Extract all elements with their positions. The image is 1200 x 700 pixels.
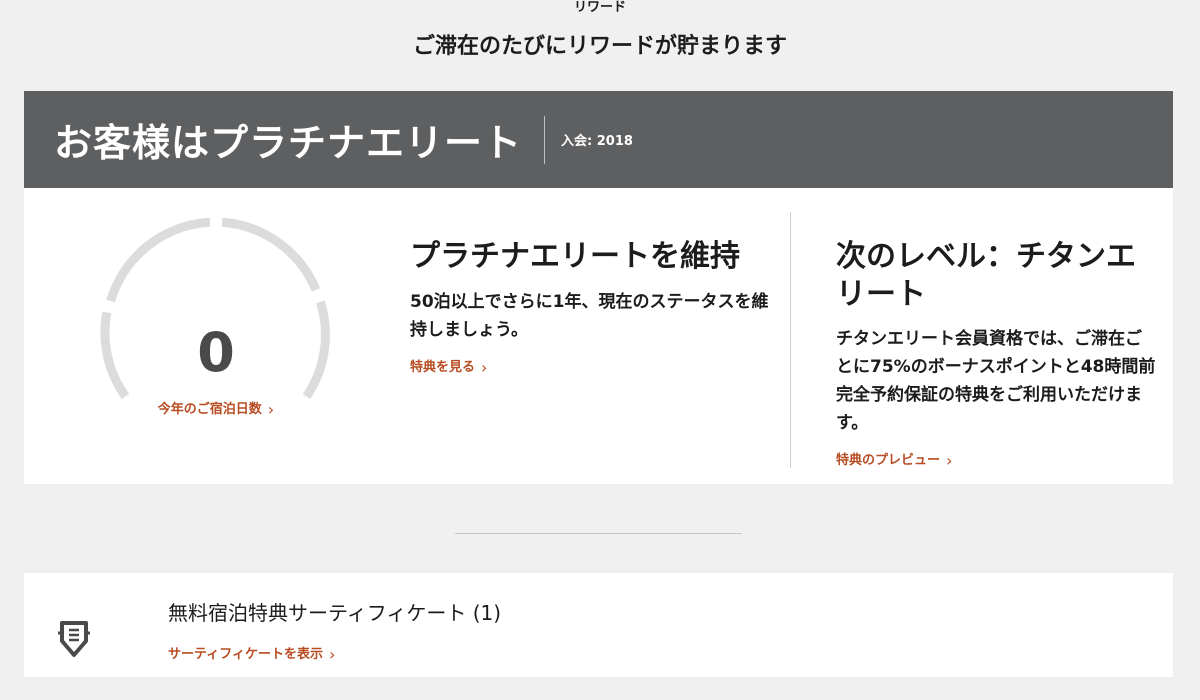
tier-divider (544, 115, 546, 164)
certificate-panel: 無料宿泊特典サーティフィケート (1) サーティフィケートを表示 › (24, 573, 1173, 677)
next-level-heading: 次のレベル：チタンエリート (836, 239, 1136, 312)
section-eyebrow: リワード (573, 0, 626, 15)
maintain-body: 50泊以上でさらに1年、現在のステータスを維持しましょう。 (410, 291, 769, 340)
nights-stayed-label: 今年のご宿泊日数 (157, 402, 262, 417)
view-certificate-link[interactable]: サーティフィケートを表示 › (168, 643, 335, 664)
chevron-right-icon: › (267, 400, 275, 419)
maintain-status-section: プラチナエリートを維持 50泊以上でさらに1年、現在のステータスを維持しましょう… (410, 238, 780, 377)
nights-gauge: 0 今年のご宿泊日数 › (96, 218, 336, 419)
preview-benefits-link[interactable]: 特典のプレビュー › (836, 449, 952, 470)
member-since: 入会: 2018 (561, 134, 633, 149)
section-title: ご滞在のたびにリワードが貯まります (412, 34, 787, 59)
chevron-right-icon: › (946, 451, 953, 471)
next-level-section: 次のレベル：チタンエリート チタンエリート会員資格では、ご滞在ごとに75%のボー… (836, 238, 1156, 470)
view-benefits-label: 特典を見る (410, 359, 476, 375)
maintain-heading: プラチナエリートを維持 (410, 239, 740, 274)
tier-banner: お客様はプラチナエリート 入会: 2018 (24, 91, 1173, 188)
status-panel: 0 今年のご宿泊日数 › プラチナエリートを維持 50泊以上でさらに1年、現在のス… (24, 188, 1173, 484)
view-certificate-label: サーティフィケートを表示 (168, 647, 323, 662)
view-benefits-link[interactable]: 特典を見る › (410, 356, 487, 377)
certificate-title: 無料宿泊特典サーティフィケート (1) (168, 601, 502, 625)
nights-stayed-link[interactable]: 今年のご宿泊日数 › (96, 398, 336, 419)
tier-title: お客様はプラチナエリート (54, 121, 523, 165)
preview-benefits-label: 特典のプレビュー (836, 453, 941, 469)
column-divider (790, 212, 791, 468)
next-level-body: チタンエリート会員資格では、ご滞在ごとに75%のボーナスポイントと48時間前完全… (836, 329, 1156, 434)
section-divider (455, 533, 742, 534)
gauge-ring (100, 218, 330, 400)
chevron-right-icon: › (328, 645, 336, 664)
chevron-right-icon: › (481, 357, 488, 377)
certificate-badge-icon (54, 619, 94, 659)
nights-count: 0 (197, 321, 235, 384)
